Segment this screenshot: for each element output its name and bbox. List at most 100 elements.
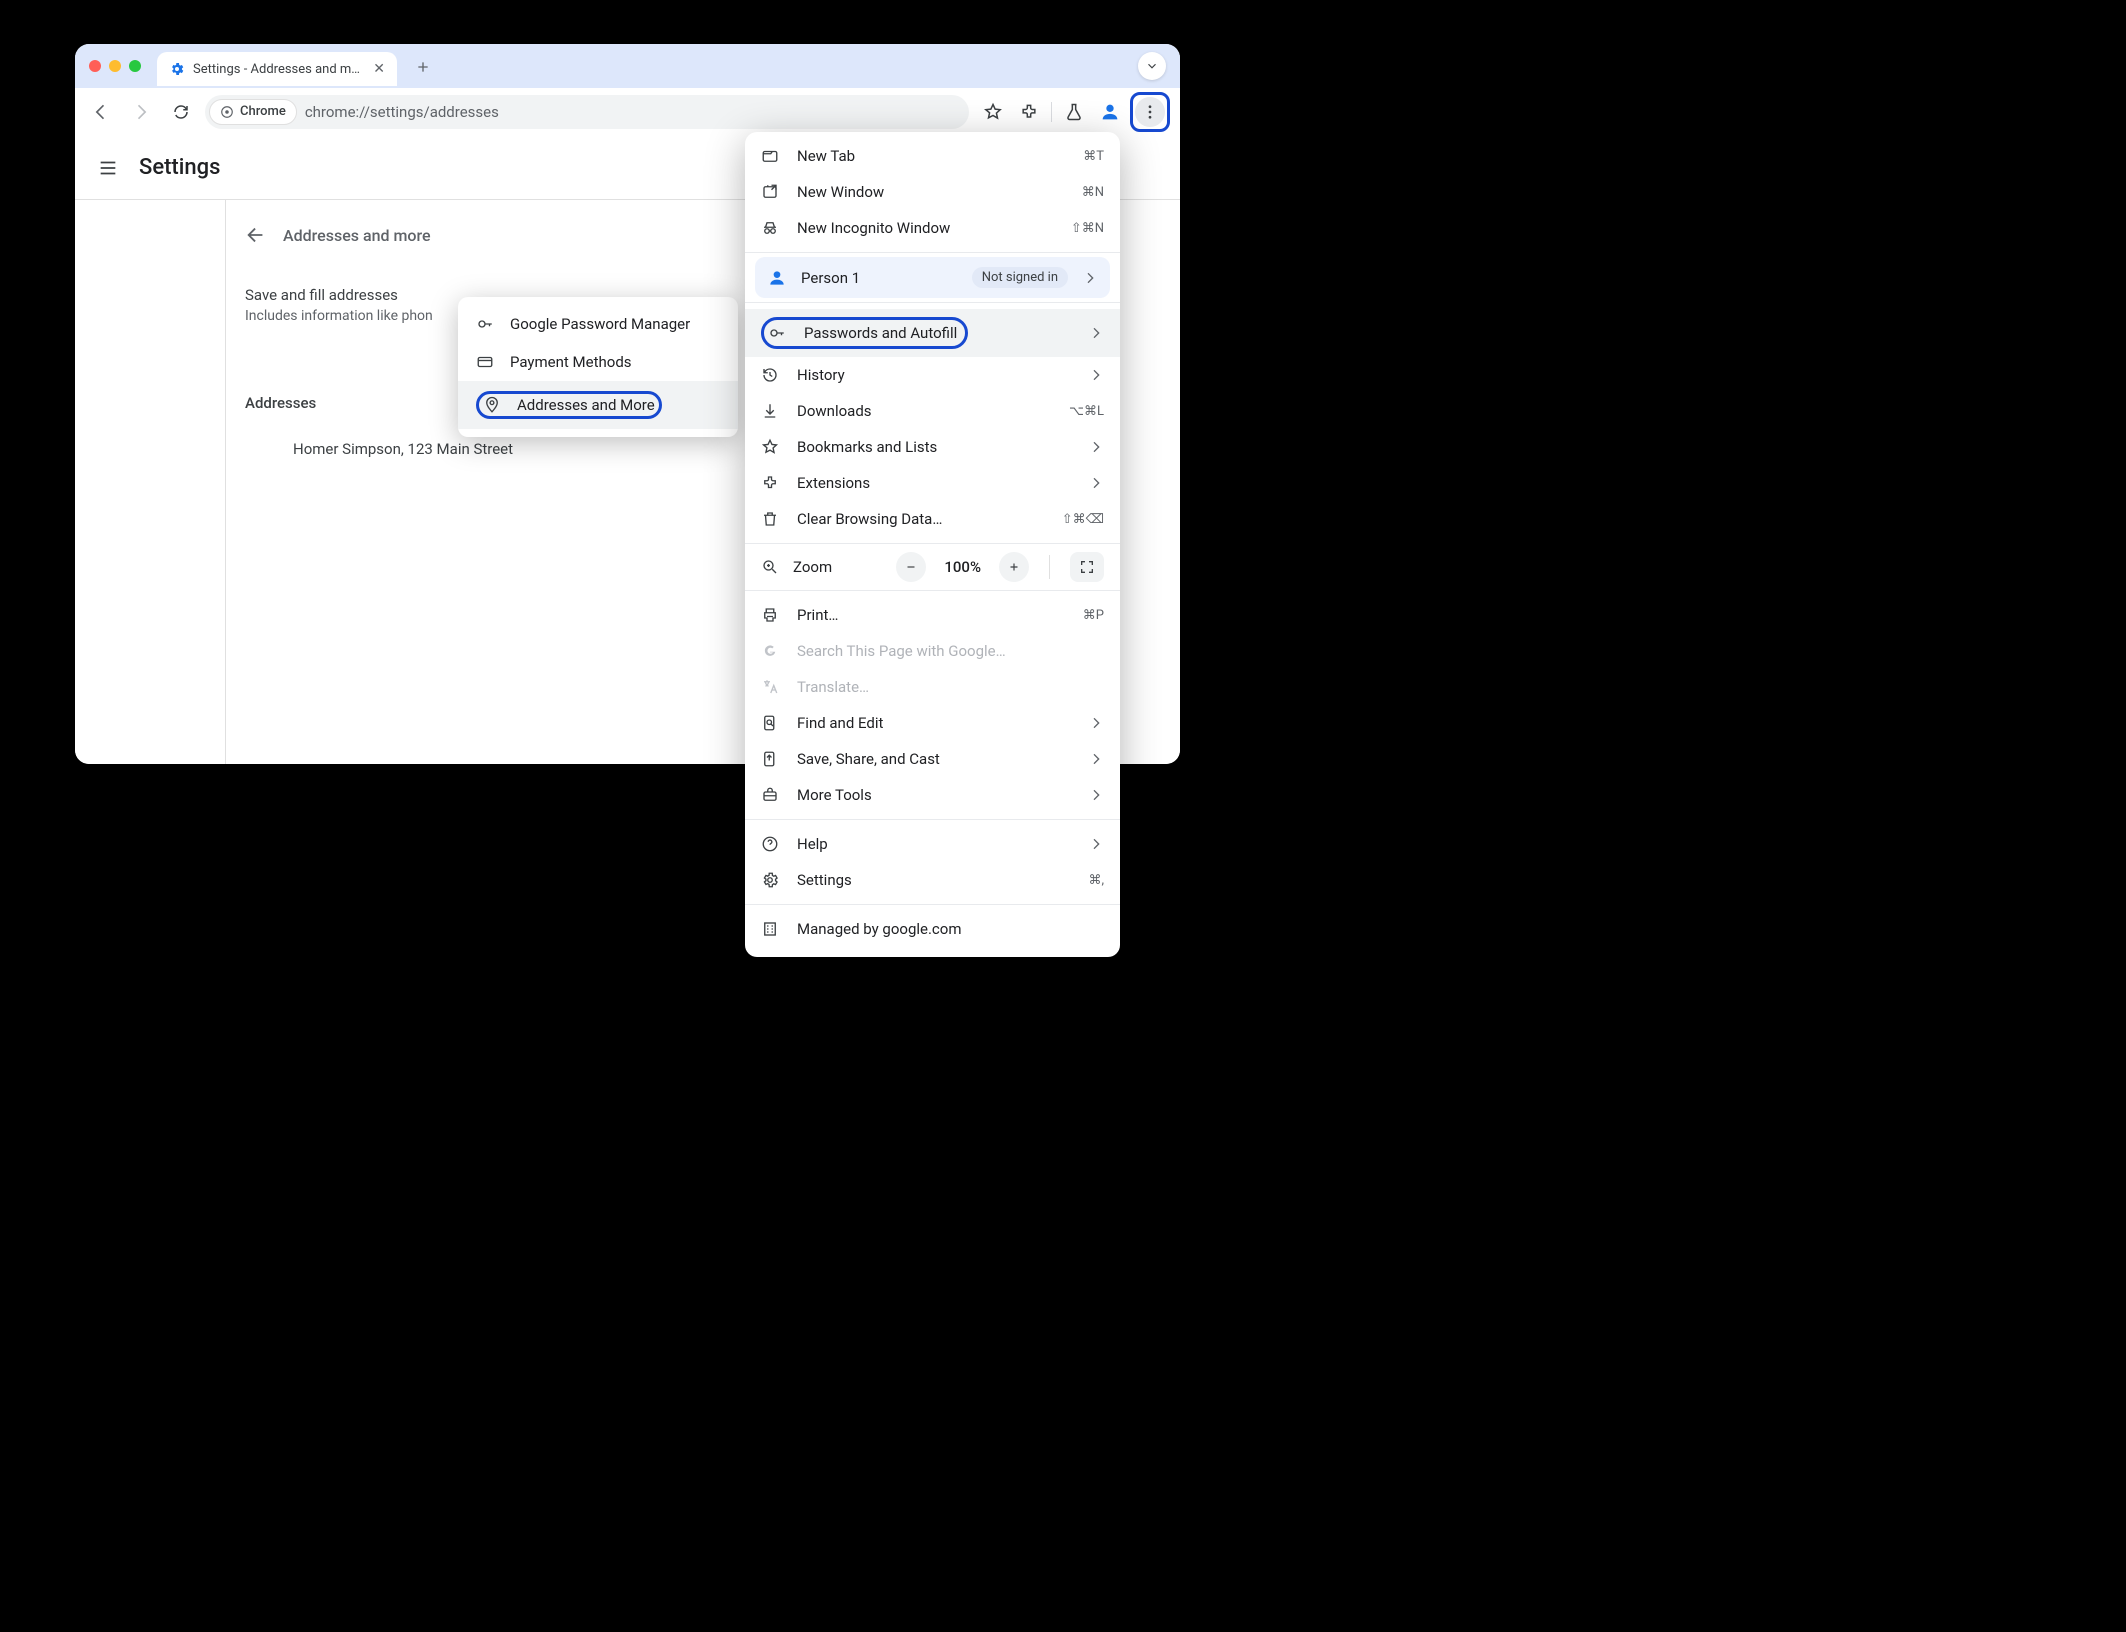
chevron-right-icon <box>1088 325 1104 341</box>
zoom-label: Zoom <box>793 558 882 576</box>
download-icon <box>761 402 779 420</box>
menu-passwords-autofill[interactable]: Passwords and Autofill <box>745 309 1120 357</box>
profile-avatar-icon[interactable] <box>1094 96 1126 128</box>
window-controls <box>89 60 141 72</box>
credit-card-icon <box>476 353 494 371</box>
labs-flask-icon[interactable] <box>1058 96 1090 128</box>
menu-extensions[interactable]: Extensions <box>745 465 1120 501</box>
omnibox[interactable]: Chrome chrome://settings/addresses <box>205 95 969 129</box>
forward-button[interactable] <box>125 96 157 128</box>
tab-settings[interactable]: Settings - Addresses and more ✕ <box>157 52 397 86</box>
menu-history[interactable]: History <box>745 357 1120 393</box>
chevron-right-icon <box>1082 270 1098 286</box>
tab-strip: Settings - Addresses and more ✕ <box>75 44 1180 88</box>
find-icon <box>761 714 779 732</box>
reload-button[interactable] <box>165 96 197 128</box>
chevron-right-icon <box>1088 475 1104 491</box>
close-tab-icon[interactable]: ✕ <box>373 61 385 77</box>
menu-translate: Translate… <box>745 669 1120 705</box>
menu-settings[interactable]: Settings ⌘, <box>745 862 1120 898</box>
page-title: Settings <box>139 155 220 180</box>
incognito-icon <box>761 219 779 237</box>
separator <box>1051 102 1052 122</box>
menu-find-edit[interactable]: Find and Edit <box>745 705 1120 741</box>
submenu-addresses-and-more[interactable]: Addresses and More <box>458 381 738 429</box>
google-g-icon <box>761 642 779 660</box>
maximize-window[interactable] <box>129 60 141 72</box>
chrome-main-menu: New Tab ⌘T New Window ⌘N New Incognito W… <box>745 132 1120 957</box>
puzzle-icon <box>761 474 779 492</box>
hamburger-icon[interactable] <box>97 157 119 179</box>
zoom-in-button[interactable] <box>999 552 1029 582</box>
location-pin-icon <box>483 396 501 414</box>
chevron-right-icon <box>1088 836 1104 852</box>
gear-icon <box>761 871 779 889</box>
chevron-right-icon <box>1088 751 1104 767</box>
toolbar: Chrome chrome://settings/addresses <box>75 88 1180 136</box>
chevron-right-icon <box>1088 439 1104 455</box>
new-tab-button[interactable] <box>409 53 437 81</box>
submenu-label: Addresses and More <box>517 396 655 414</box>
menu-new-incognito[interactable]: New Incognito Window ⇧⌘N <box>745 210 1120 246</box>
menu-help[interactable]: Help <box>745 826 1120 862</box>
help-icon <box>761 835 779 853</box>
trash-icon <box>761 510 779 528</box>
chevron-right-icon <box>1088 715 1104 731</box>
chevron-right-icon <box>1088 787 1104 803</box>
menu-print[interactable]: Print… ⌘P <box>745 597 1120 633</box>
menu-new-tab[interactable]: New Tab ⌘T <box>745 138 1120 174</box>
zoom-value: 100% <box>940 558 985 576</box>
omnibox-url: chrome://settings/addresses <box>305 103 499 121</box>
minimize-window[interactable] <box>109 60 121 72</box>
submenu-label: Google Password Manager <box>510 315 690 333</box>
profile-badge: Not signed in <box>972 267 1068 288</box>
back-button[interactable] <box>85 96 117 128</box>
menu-bookmarks[interactable]: Bookmarks and Lists <box>745 429 1120 465</box>
submenu-label: Payment Methods <box>510 353 632 371</box>
divider <box>225 200 226 764</box>
chrome-chip: Chrome <box>209 99 297 125</box>
menu-clear-browsing-data[interactable]: Clear Browsing Data… ⇧⌘⌫ <box>745 501 1120 537</box>
key-icon <box>476 315 494 333</box>
printer-icon <box>761 606 779 624</box>
share-icon <box>761 750 779 768</box>
history-icon <box>761 366 779 384</box>
zoom-out-button[interactable] <box>896 552 926 582</box>
chip-label: Chrome <box>240 104 286 119</box>
translate-icon <box>761 678 779 696</box>
person-icon <box>767 268 787 288</box>
window-icon <box>761 183 779 201</box>
more-menu-button[interactable] <box>1135 97 1165 127</box>
toolbox-icon <box>761 786 779 804</box>
menu-new-window[interactable]: New Window ⌘N <box>745 174 1120 210</box>
settings-gear-icon <box>169 61 185 77</box>
menu-highlight: Passwords and Autofill <box>761 317 968 349</box>
more-menu-highlight <box>1130 92 1170 132</box>
extensions-puzzle-icon[interactable] <box>1013 96 1045 128</box>
menu-search-page: Search This Page with Google… <box>745 633 1120 669</box>
back-arrow-icon[interactable] <box>245 224 267 246</box>
submenu-password-manager[interactable]: Google Password Manager <box>458 305 738 343</box>
building-icon <box>761 920 779 938</box>
tab-icon <box>761 147 779 165</box>
menu-zoom-row: Zoom 100% <box>745 544 1120 590</box>
menu-managed-by[interactable]: Managed by google.com <box>745 911 1120 947</box>
profile-name: Person 1 <box>801 269 958 287</box>
magnifier-icon <box>761 558 779 576</box>
chevron-right-icon <box>1088 367 1104 383</box>
tabs-dropdown-button[interactable] <box>1138 52 1166 80</box>
key-icon <box>768 324 786 342</box>
fullscreen-button[interactable] <box>1070 552 1104 582</box>
star-icon <box>761 438 779 456</box>
close-window[interactable] <box>89 60 101 72</box>
submenu-payment-methods[interactable]: Payment Methods <box>458 343 738 381</box>
menu-save-share-cast[interactable]: Save, Share, and Cast <box>745 741 1120 777</box>
menu-profile-row[interactable]: Person 1 Not signed in <box>755 257 1110 298</box>
menu-downloads[interactable]: Downloads ⌥⌘L <box>745 393 1120 429</box>
bookmark-star-icon[interactable] <box>977 96 1009 128</box>
tab-title: Settings - Addresses and more <box>193 62 365 77</box>
section-title: Addresses and more <box>283 226 431 245</box>
menu-more-tools[interactable]: More Tools <box>745 777 1120 813</box>
autofill-submenu: Google Password Manager Payment Methods … <box>458 297 738 437</box>
submenu-highlight: Addresses and More <box>476 391 662 419</box>
